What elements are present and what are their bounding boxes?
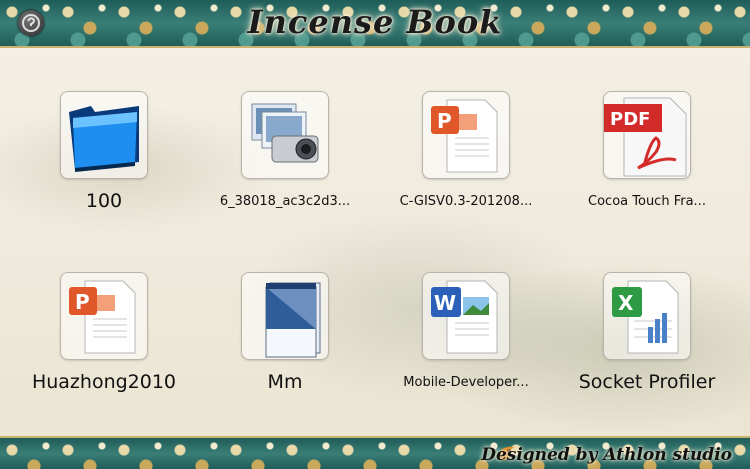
svg-text:PDF: PDF: [610, 109, 650, 130]
file-tile[interactable]: PDF Cocoa Touch Fra...: [557, 91, 737, 209]
file-tile[interactable]: 100: [14, 91, 194, 212]
file-icon-frame[interactable]: PDF: [603, 91, 691, 179]
studio-credit: Designed by Athlon studio: [481, 445, 732, 465]
svg-text:P: P: [437, 109, 452, 133]
pdf-document-icon: PDF: [604, 97, 687, 177]
file-name: Mm: [267, 371, 303, 393]
file-icon-frame[interactable]: [60, 91, 148, 179]
file-name: Socket Profiler: [578, 371, 716, 393]
powerpoint-document-icon: P: [431, 99, 498, 173]
camera-photo-icon: [251, 103, 319, 163]
file-icon-frame[interactable]: X: [603, 272, 691, 360]
file-tile[interactable]: X Socket Profiler: [557, 272, 737, 393]
file-tile[interactable]: P Huazhong2010: [14, 272, 194, 393]
svg-text:P: P: [75, 290, 90, 314]
word-document-icon: W: [431, 280, 498, 354]
file-tile[interactable]: Mm: [195, 272, 375, 393]
file-icon-frame[interactable]: W: [422, 272, 510, 360]
app-title: Incense Book: [247, 3, 503, 41]
file-icon-frame[interactable]: [241, 272, 329, 360]
folder-icon: [69, 106, 139, 172]
notepad-icon: [265, 282, 321, 358]
svg-text:X: X: [618, 291, 634, 315]
file-browser: 100 6_38018_ac3c2d3... P C-GISV0.3-20120…: [0, 48, 750, 436]
file-name: Mobile-Developer...: [403, 375, 529, 390]
file-name: 100: [85, 190, 123, 212]
file-tile[interactable]: 6_38018_ac3c2d3...: [195, 91, 375, 209]
svg-text:W: W: [434, 291, 456, 315]
powerpoint-document-icon: P: [69, 280, 136, 354]
excel-document-icon: X: [612, 280, 679, 354]
file-name: C-GISV0.3-201208...: [399, 194, 533, 209]
file-icon-frame[interactable]: [241, 91, 329, 179]
file-tile[interactable]: P C-GISV0.3-201208...: [376, 91, 556, 209]
file-icon-frame[interactable]: P: [422, 91, 510, 179]
file-icon-frame[interactable]: P: [60, 272, 148, 360]
file-tile[interactable]: W Mobile-Developer...: [376, 272, 556, 390]
file-name: 6_38018_ac3c2d3...: [219, 194, 351, 209]
file-name: Huazhong2010: [31, 371, 177, 393]
file-name: Cocoa Touch Fra...: [588, 194, 706, 209]
